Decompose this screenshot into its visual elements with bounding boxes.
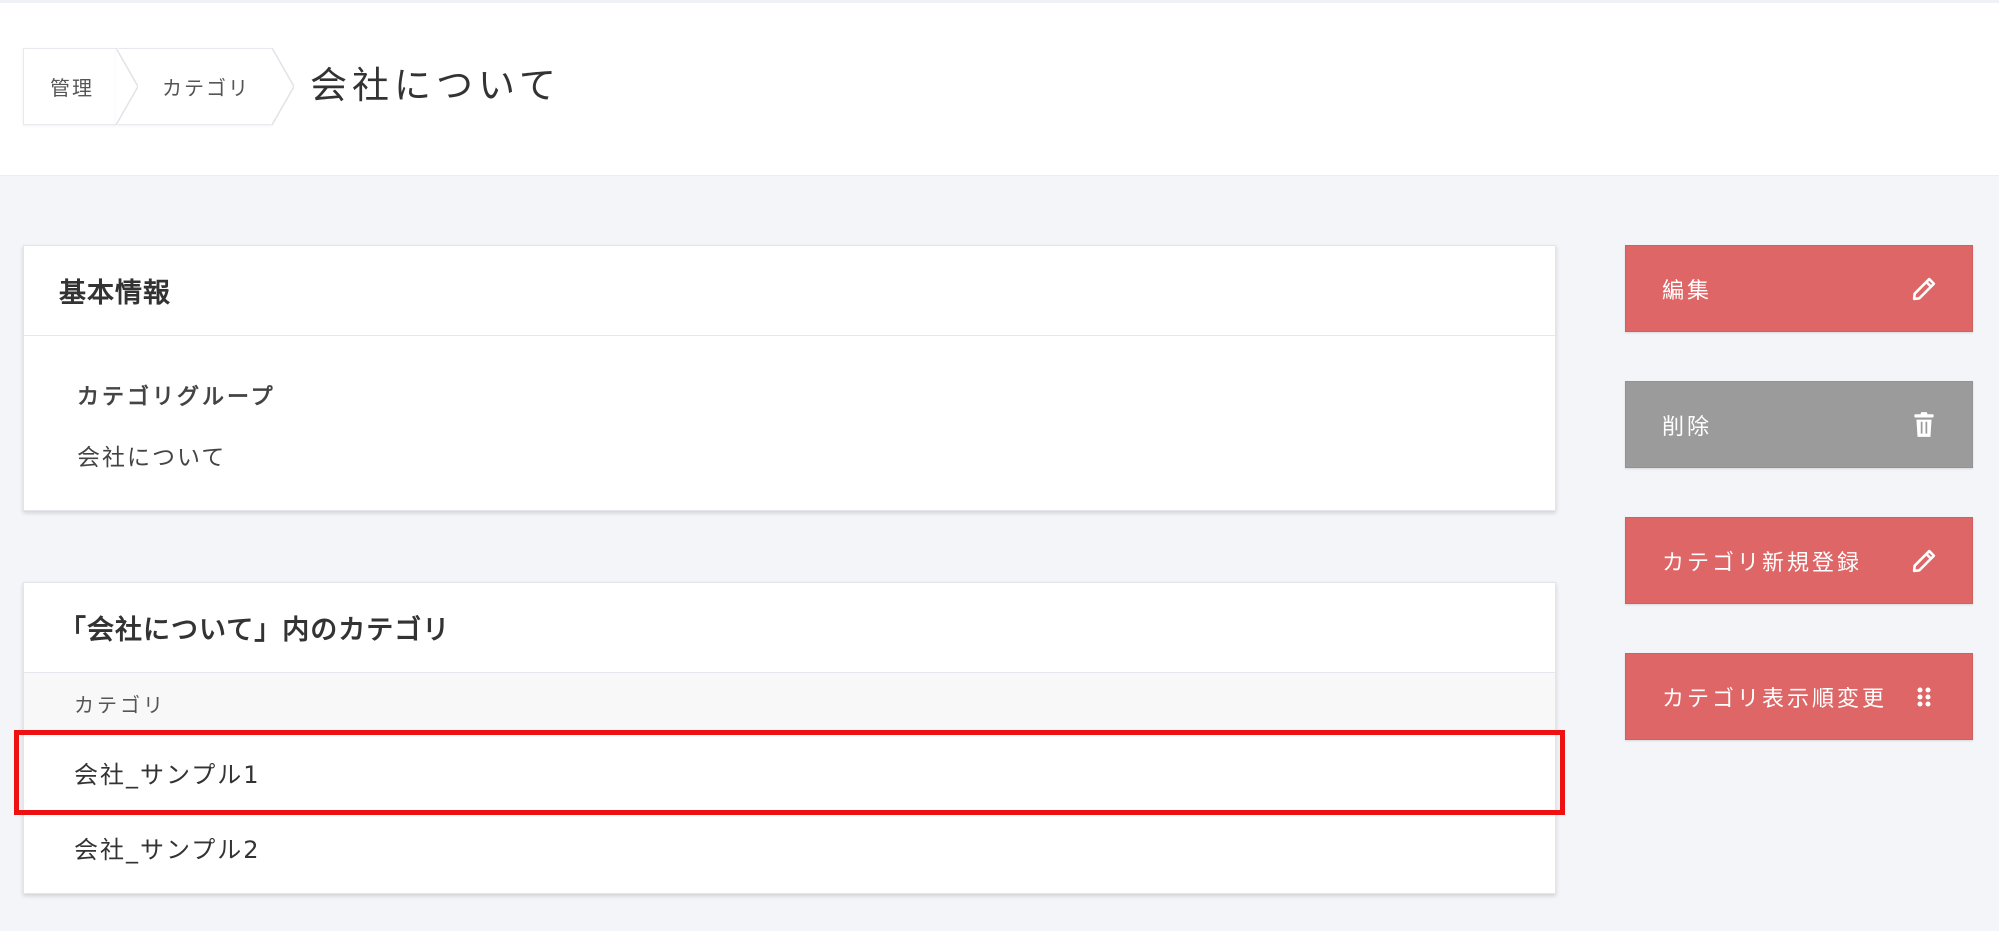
category-column-header: カテゴリ: [24, 673, 1555, 735]
breadcrumb-separator-icon: [116, 48, 138, 125]
page-title: 会社について: [310, 64, 561, 107]
breadcrumb-item-admin[interactable]: 管理: [23, 48, 116, 125]
delete-button-label: 削除: [1662, 414, 1713, 440]
drag-handle-icon: [1909, 682, 1939, 712]
reorder-categories-button[interactable]: カテゴリ表示順変更: [1625, 653, 1973, 740]
edit-button-label: 編集: [1662, 278, 1713, 304]
breadcrumb: 管理 カテゴリ: [23, 48, 294, 125]
edit-button[interactable]: 編集: [1625, 245, 1973, 332]
basic-info-panel: 基本情報 カテゴリグループ 会社について: [23, 245, 1556, 511]
pencil-icon: [1909, 274, 1939, 304]
breadcrumb-item-category[interactable]: カテゴリ: [116, 48, 272, 125]
category-row-label[interactable]: 会社_サンプル1: [74, 755, 261, 790]
categories-heading: 「会社について」内のカテゴリ: [24, 583, 1555, 673]
new-category-button[interactable]: カテゴリ新規登録: [1625, 517, 1973, 604]
basic-info-heading: 基本情報: [24, 246, 1555, 336]
category-row-label[interactable]: 会社_サンプル2: [74, 830, 261, 865]
category-row[interactable]: 会社_サンプル1: [14, 730, 1565, 815]
breadcrumb-label: 管理: [50, 76, 94, 100]
category-group-label: カテゴリグループ: [77, 385, 276, 410]
reorder-categories-button-label: カテゴリ表示順変更: [1662, 686, 1888, 712]
delete-button[interactable]: 削除: [1625, 381, 1973, 468]
category-group-value: 会社について: [77, 445, 227, 471]
breadcrumb-separator-icon: [272, 48, 294, 125]
breadcrumb-label: カテゴリ: [162, 76, 250, 100]
pencil-icon: [1909, 546, 1939, 576]
categories-panel: 「会社について」内のカテゴリ カテゴリ 会社_サンプル1 会社_サンプル2: [14, 582, 1565, 894]
new-category-button-label: カテゴリ新規登録: [1662, 550, 1863, 576]
category-row[interactable]: 会社_サンプル2: [24, 810, 1555, 885]
page-header: 管理 カテゴリ 会社について: [0, 0, 1999, 175]
trash-icon: [1909, 410, 1939, 440]
